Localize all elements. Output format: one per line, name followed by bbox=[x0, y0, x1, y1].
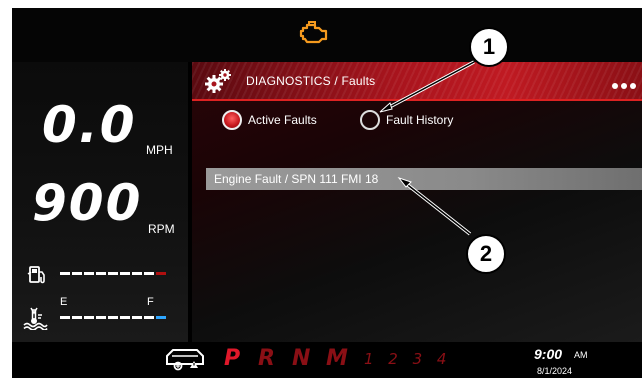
callout-2: 2 bbox=[466, 234, 506, 274]
callout-arrows bbox=[379, 60, 475, 236]
callout-1: 1 bbox=[469, 27, 509, 67]
